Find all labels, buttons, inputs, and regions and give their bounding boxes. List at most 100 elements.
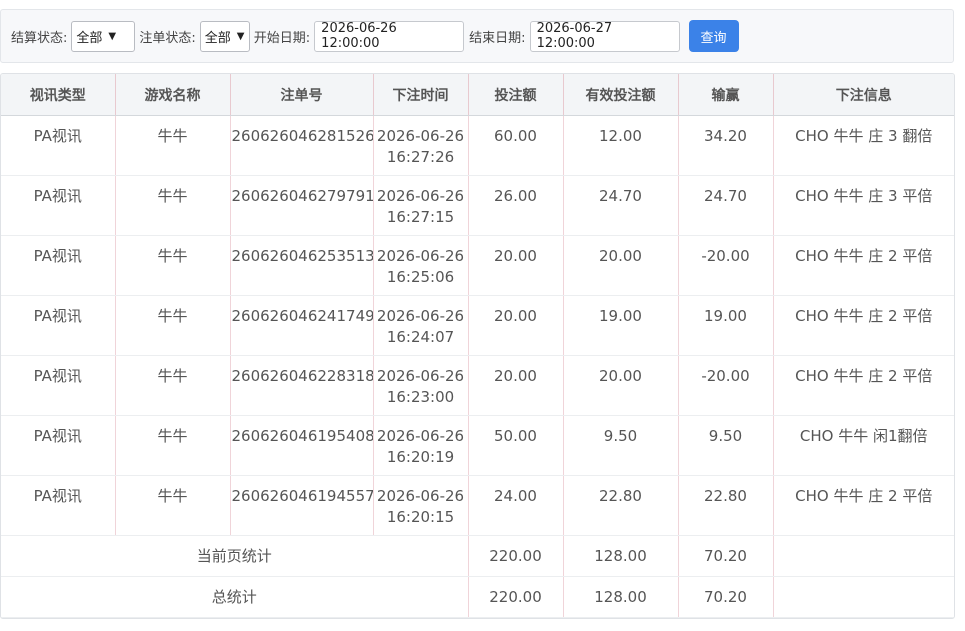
grand-total-label: 总统计 xyxy=(1,576,469,618)
cell-bet-amount: 20.00 xyxy=(468,355,564,416)
filter-bar: 结算状态: 全部 ▼ 注单状态: 全部 ▼ 开始日期: 2026-06-26 1… xyxy=(0,9,954,63)
page-total-info xyxy=(773,535,954,577)
cell-valid-bet: 20.00 xyxy=(563,235,679,296)
cell-game-name: 牛牛 xyxy=(115,475,231,536)
cell-valid-bet: 20.00 xyxy=(563,355,679,416)
query-button[interactable]: 查询 xyxy=(688,20,739,52)
order-status-label: 注单状态: xyxy=(139,30,196,46)
bet-date: 2026-06-26 xyxy=(376,307,465,325)
cell-bet-id: 260626046228318 xyxy=(230,355,374,416)
cell-valid-bet: 12.00 xyxy=(563,115,679,176)
cell-video-type: PA视讯 xyxy=(1,295,116,356)
bet-clock: 16:23:00 xyxy=(386,388,455,406)
cell-game-name: 牛牛 xyxy=(115,115,231,176)
page-total-row: 当前页统计 220.00 128.00 70.20 xyxy=(1,535,954,577)
cell-bet-id: 260626046279791 xyxy=(230,175,374,236)
cell-bet-time: 2026-06-26 16:25:06 xyxy=(373,235,469,296)
page-total-valid: 128.00 xyxy=(563,535,679,577)
order-status-select[interactable]: 全部 ▼ xyxy=(199,20,250,52)
cell-bet-id: 260626046194557 xyxy=(230,475,374,536)
cell-video-type: PA视讯 xyxy=(1,475,116,536)
cell-bet-time: 2026-06-26 16:27:15 xyxy=(373,175,469,236)
header-valid-bet: 有效投注额 xyxy=(563,74,679,116)
start-date-label: 开始日期: xyxy=(253,30,311,46)
cell-bet-amount: 60.00 xyxy=(468,115,564,176)
cell-bet-time: 2026-06-26 16:27:26 xyxy=(373,115,469,176)
cell-valid-bet: 22.80 xyxy=(563,475,679,536)
cell-win-loss: 22.80 xyxy=(678,475,774,536)
bet-clock: 16:20:19 xyxy=(386,448,455,466)
header-video-type: 视讯类型 xyxy=(1,74,116,116)
header-bet-info: 下注信息 xyxy=(773,74,954,116)
cell-bet-amount: 24.00 xyxy=(468,475,564,536)
order-status-value: 全部 xyxy=(204,30,231,46)
cell-bet-info: CHO 牛牛 庄 2 平倍 xyxy=(773,475,954,536)
cell-win-loss: 9.50 xyxy=(678,415,774,476)
bet-date: 2026-06-26 xyxy=(376,427,465,445)
cell-valid-bet: 24.70 xyxy=(563,175,679,236)
bet-records-table: 视讯类型 游戏名称 注单号 下注时间 投注额 有效投注额 输赢 下注信息 PA视… xyxy=(0,73,955,619)
cell-win-loss: 19.00 xyxy=(678,295,774,356)
bet-date: 2026-06-26 xyxy=(376,247,465,265)
cell-game-name: 牛牛 xyxy=(115,295,231,356)
bet-clock: 16:27:15 xyxy=(386,208,455,226)
header-win-loss: 输赢 xyxy=(678,74,774,116)
cell-bet-time: 2026-06-26 16:20:15 xyxy=(373,475,469,536)
settle-status-select[interactable]: 全部 ▼ xyxy=(71,20,136,52)
cell-video-type: PA视讯 xyxy=(1,235,116,296)
grand-total-bet: 220.00 xyxy=(468,576,564,618)
bet-clock: 16:24:07 xyxy=(386,328,455,346)
page-total-win: 70.20 xyxy=(678,535,774,577)
cell-bet-info: CHO 牛牛 闲1翻倍 xyxy=(773,415,954,476)
bet-clock: 16:27:26 xyxy=(386,148,455,166)
cell-bet-info: CHO 牛牛 庄 2 平倍 xyxy=(773,295,954,356)
cell-bet-amount: 20.00 xyxy=(468,295,564,356)
grand-total-win: 70.20 xyxy=(678,576,774,618)
cell-bet-id: 260626046195408 xyxy=(230,415,374,476)
grand-total-valid: 128.00 xyxy=(563,576,679,618)
table-header-row: 视讯类型 游戏名称 注单号 下注时间 投注额 有效投注额 输赢 下注信息 xyxy=(1,74,954,116)
cell-bet-id: 260626046281526 xyxy=(230,115,374,176)
table-row: PA视讯 牛牛 260626046279791 2026-06-26 16:27:… xyxy=(1,175,954,236)
cell-video-type: PA视讯 xyxy=(1,355,116,416)
table-row: PA视讯 牛牛 260626046194557 2026-06-26 16:20:… xyxy=(1,475,954,536)
cell-win-loss: 24.70 xyxy=(678,175,774,236)
grand-total-info xyxy=(773,576,954,618)
cell-video-type: PA视讯 xyxy=(1,175,116,236)
cell-bet-amount: 20.00 xyxy=(468,235,564,296)
cell-bet-time: 2026-06-26 16:23:00 xyxy=(373,355,469,416)
bet-date: 2026-06-26 xyxy=(376,367,465,385)
table-row: PA视讯 牛牛 260626046241749 2026-06-26 16:24:… xyxy=(1,295,954,356)
cell-bet-amount: 26.00 xyxy=(468,175,564,236)
end-date-label: 结束日期: xyxy=(469,30,526,46)
settle-status-label: 结算状态: xyxy=(11,30,68,46)
bet-date: 2026-06-26 xyxy=(376,127,465,145)
cell-bet-time: 2026-06-26 16:24:07 xyxy=(373,295,469,356)
start-date-input[interactable]: 2026-06-26 12:00:00 xyxy=(314,20,465,52)
cell-valid-bet: 9.50 xyxy=(563,415,679,476)
end-date-input[interactable]: 2026-06-27 12:00:00 xyxy=(529,20,680,52)
cell-bet-id: 260626046241749 xyxy=(230,295,374,356)
cell-bet-info: CHO 牛牛 庄 2 平倍 xyxy=(773,355,954,416)
header-bet-amount: 投注额 xyxy=(468,74,564,116)
page-total-label: 当前页统计 xyxy=(1,535,469,577)
header-game-name: 游戏名称 xyxy=(115,74,231,116)
table-row: PA视讯 牛牛 260626046195408 2026-06-26 16:20:… xyxy=(1,415,954,476)
cell-bet-id: 260626046253513 xyxy=(230,235,374,296)
cell-video-type: PA视讯 xyxy=(1,415,116,476)
grand-total-row: 总统计 220.00 128.00 70.20 xyxy=(1,576,954,618)
table-row: PA视讯 牛牛 260626046253513 2026-06-26 16:25:… xyxy=(1,235,954,296)
table-row: PA视讯 牛牛 260626046281526 2026-06-26 16:27:… xyxy=(1,115,954,176)
cell-game-name: 牛牛 xyxy=(115,235,231,296)
cell-video-type: PA视讯 xyxy=(1,115,116,176)
chevron-down-icon: ▼ xyxy=(236,30,245,42)
cell-bet-info: CHO 牛牛 庄 3 平倍 xyxy=(773,175,954,236)
cell-bet-time: 2026-06-26 16:20:19 xyxy=(373,415,469,476)
cell-win-loss: 34.20 xyxy=(678,115,774,176)
cell-bet-amount: 50.00 xyxy=(468,415,564,476)
cell-game-name: 牛牛 xyxy=(115,415,231,476)
settle-status-value: 全部 xyxy=(76,30,103,46)
bet-date: 2026-06-26 xyxy=(376,187,465,205)
cell-game-name: 牛牛 xyxy=(115,355,231,416)
bet-clock: 16:25:06 xyxy=(386,268,455,286)
